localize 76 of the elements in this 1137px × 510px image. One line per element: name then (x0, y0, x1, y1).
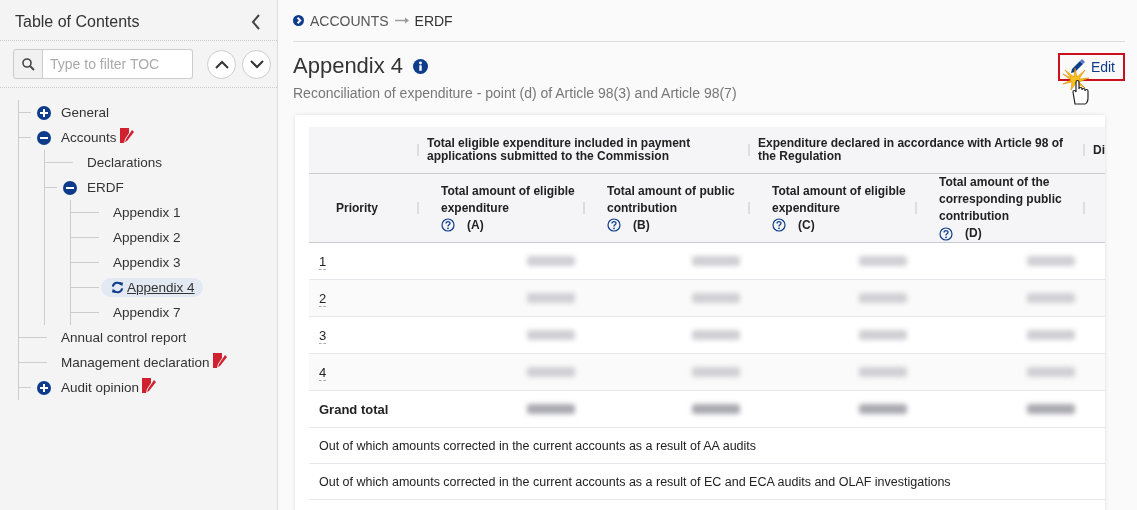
toc-item[interactable]: Appendix 3 (113, 255, 181, 270)
previous-button[interactable] (207, 49, 236, 79)
blurred-value (1027, 255, 1075, 266)
blurred-value (859, 292, 907, 303)
search-icon (21, 57, 35, 71)
column-header: Total amount of eligible expenditure (772, 182, 907, 217)
collapse-icon[interactable] (37, 130, 51, 145)
sidebar-title: Table of Contents (15, 13, 140, 31)
blurred-value (1027, 329, 1075, 340)
blurred-value (859, 403, 907, 414)
column-tag: (B) (633, 216, 650, 234)
toc-item[interactable]: Appendix 2 (113, 230, 181, 245)
column-tag: (C) (798, 216, 815, 234)
expand-icon[interactable] (37, 105, 51, 120)
chevron-up-icon (214, 59, 229, 69)
column-tag: (D) (965, 225, 982, 242)
blurred-value (527, 329, 575, 340)
blurred-value (692, 366, 740, 377)
priority-number: 1 (319, 253, 327, 270)
toc-item[interactable]: Appendix 7 (113, 305, 181, 320)
page-subtitle: Reconciliation of expenditure - point (d) of Article 98(3) and Article 98(7) (293, 85, 737, 101)
blurred-value (1027, 292, 1075, 303)
toc-item[interactable]: General (61, 105, 110, 120)
column-header: Total amount of eligible expenditure (441, 182, 576, 217)
toc-item[interactable]: Appendix 4 (101, 278, 203, 297)
collapse-icon[interactable] (63, 180, 77, 195)
blurred-value (527, 292, 575, 303)
priority-number: 3 (319, 327, 327, 344)
sync-icon (111, 281, 124, 294)
blurred-value (692, 329, 740, 340)
toc-item[interactable]: Audit opinion (61, 380, 140, 395)
blurred-value (692, 255, 740, 266)
column-group-header: Total eligible expenditure included in payment applications submitted to the Commission (427, 137, 692, 163)
toc-filter-field[interactable]: Type to filter TOC (43, 49, 193, 79)
blurred-value (859, 329, 907, 340)
blurred-value (859, 255, 907, 266)
info-icon[interactable] (413, 58, 429, 74)
toc-item[interactable]: Annual control report (61, 330, 187, 345)
collapse-chevron-icon[interactable] (251, 14, 261, 30)
row-label: Grand total (319, 401, 389, 417)
chevron-down-icon (249, 59, 264, 69)
help-icon[interactable] (772, 218, 786, 232)
blurred-value (692, 292, 740, 303)
help-icon[interactable] (939, 226, 953, 241)
next-button[interactable] (242, 49, 271, 79)
blurred-value (527, 403, 575, 414)
help-icon[interactable] (607, 218, 621, 232)
blurred-value (692, 403, 740, 414)
chevron-circle-icon (293, 15, 304, 26)
column-group-header: Di (1093, 143, 1105, 157)
column-tag: (A) (467, 216, 484, 234)
table-note: Out of which amounts corrected in the current accounts as a result of EC and ECA audits and OLAF investigations (319, 474, 951, 489)
blurred-value (527, 255, 575, 266)
priority-number: 4 (319, 364, 327, 381)
column-header: Priority (336, 201, 378, 215)
priority-number: 2 (319, 290, 327, 307)
toc-item[interactable]: Appendix 1 (113, 205, 181, 220)
blurred-value (1027, 403, 1075, 414)
toc-item[interactable]: Declarations (87, 155, 163, 170)
expand-icon[interactable] (37, 380, 51, 395)
pencil-icon (1068, 59, 1085, 75)
column-header: Total amount of public contribution (607, 182, 736, 217)
column-header: Total amount of the corresponding public contribution (939, 174, 1063, 225)
help-icon[interactable] (441, 218, 455, 232)
table-note: Out of which amounts corrected in the current accounts as a result of AA audits (319, 438, 757, 453)
blurred-value (859, 366, 907, 377)
arrow-right-icon (394, 17, 409, 24)
blurred-value (527, 366, 575, 377)
page-title: Appendix 4 (293, 53, 404, 79)
blurred-value (1027, 366, 1075, 377)
toc-item[interactable]: Accounts (61, 130, 117, 145)
breadcrumb-item[interactable]: ACCOUNTS (310, 12, 389, 29)
column-group-header: Expenditure declared in accordance with Article 98 of the Regulation (758, 137, 1064, 163)
toc-item[interactable]: ERDF (87, 180, 124, 195)
breadcrumb-item[interactable]: ERDF (414, 12, 453, 29)
toc-item[interactable]: Management declaration (61, 355, 210, 370)
